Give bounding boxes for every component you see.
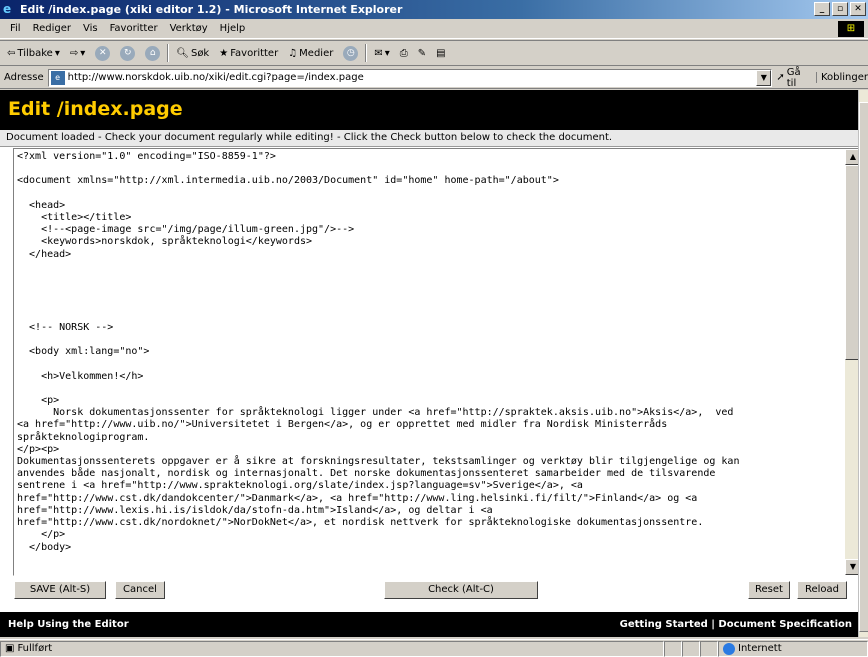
links-button[interactable]: Koblinger — [815, 72, 868, 83]
menu-edit[interactable]: Rediger — [27, 23, 77, 34]
go-arrow-icon: ➚ — [776, 72, 785, 83]
mail-icon: ✉ — [374, 47, 383, 59]
textarea-scrollbar[interactable]: ▲ ▼ — [845, 149, 858, 575]
stop-button[interactable]: ✕ — [92, 45, 113, 61]
editor-footer: Help Using the Editor Getting Started | … — [0, 612, 858, 637]
mail-button[interactable]: ✉ ▾ — [371, 48, 392, 59]
refresh-button[interactable]: ↻ — [117, 45, 138, 61]
chevron-down-icon: ▾ — [384, 47, 390, 59]
menu-tools[interactable]: Verktøy — [164, 23, 214, 34]
chevron-down-icon: ▾ — [54, 47, 60, 59]
status-cell — [664, 640, 682, 657]
security-zone: Internett — [718, 640, 868, 657]
page-done-icon: ▣ — [5, 643, 15, 654]
page-content: Edit /index.page Document loaded - Check… — [0, 90, 858, 637]
back-arrow-icon: ⇦ — [7, 47, 16, 59]
go-label: Gå til — [786, 66, 801, 89]
reset-button[interactable]: Reset — [748, 581, 790, 599]
zone-label: Internett — [738, 643, 782, 654]
page-scrollbar[interactable] — [858, 90, 868, 637]
media-button[interactable]: ♫ Medier — [285, 48, 336, 59]
forward-arrow-icon: ⇨ — [69, 47, 79, 59]
page-scroll-thumb[interactable] — [859, 102, 868, 632]
favorites-icon: ★ — [219, 47, 229, 59]
internet-explorer-icon: e — [3, 2, 12, 16]
globe-icon — [723, 642, 735, 655]
favorites-button[interactable]: ★ Favoritter — [216, 48, 281, 59]
toolbar-divider — [167, 44, 170, 62]
search-icon: 🔍︎ — [176, 47, 189, 59]
address-label: Adresse — [4, 72, 44, 83]
window-title: Edit /index.page (xiki editor 1.2) - Mic… — [20, 3, 403, 16]
menu-bar: Fil Rediger Vis Favoritter Verktøy Hjelp… — [0, 19, 868, 39]
history-icon: ◷ — [343, 45, 359, 61]
address-url: http://www.norskdok.uib.no/xiki/edit.cgi… — [67, 72, 364, 83]
getting-started-link[interactable]: Getting Started — [620, 619, 708, 630]
go-button[interactable]: ➚ Gå til — [776, 67, 812, 89]
menu-favorites[interactable]: Favoritter — [104, 23, 164, 34]
page-icon: e — [50, 70, 65, 85]
chevron-down-icon: ▾ — [80, 47, 86, 59]
document-specification-link[interactable]: Document Specification — [718, 619, 852, 630]
toolbar-divider — [365, 44, 368, 62]
close-button[interactable]: ✕ — [850, 2, 866, 16]
status-main: ▣ Fullført — [0, 640, 664, 657]
editor-header: Edit /index.page — [0, 90, 858, 130]
home-icon: ⌂ — [145, 45, 161, 61]
refresh-icon: ↻ — [120, 45, 136, 61]
footer-separator: | — [711, 619, 715, 630]
address-bar: Adresse e http://www.norskdok.uib.no/xik… — [0, 67, 868, 89]
minimize-button[interactable]: _ — [814, 2, 830, 16]
scroll-down-arrow-icon[interactable]: ▼ — [845, 559, 858, 575]
stop-icon: ✕ — [95, 45, 111, 61]
address-input[interactable]: e http://www.norskdok.uib.no/xiki/edit.c… — [47, 68, 773, 87]
edit-page-button[interactable]: ✎ — [415, 48, 429, 59]
edit-icon: ✎ — [417, 47, 427, 59]
menu-view[interactable]: Vis — [77, 23, 104, 34]
forward-button[interactable]: ⇨ ▾ — [67, 48, 88, 59]
help-editor-link[interactable]: Help Using the Editor — [8, 612, 129, 637]
menu-help[interactable]: Hjelp — [214, 23, 252, 34]
back-label: Tilbake — [17, 47, 53, 59]
media-label: Medier — [299, 47, 334, 59]
discuss-icon: ▤ — [436, 47, 446, 59]
print-icon: ⎙ — [399, 47, 408, 59]
editor-button-row: SAVE (Alt-S) Cancel Check (Alt-C) Reset … — [0, 581, 858, 603]
maximize-button[interactable]: ▫ — [832, 2, 848, 16]
cancel-button[interactable]: Cancel — [115, 581, 165, 599]
favorites-label: Favoritter — [230, 47, 279, 59]
search-label: Søk — [190, 47, 210, 59]
save-button[interactable]: SAVE (Alt-S) — [14, 581, 106, 599]
home-button[interactable]: ⌂ — [142, 45, 163, 61]
check-button[interactable]: Check (Alt-C) — [384, 581, 538, 599]
editor-status-message: Document loaded - Check your document re… — [0, 130, 858, 147]
textarea-scroll-thumb[interactable] — [845, 165, 858, 360]
toolbar: ⇦ Tilbake ▾ ⇨ ▾ ✕ ↻ ⌂ 🔍︎ Søk ★ Favoritte… — [0, 40, 868, 66]
menu-file[interactable]: Fil — [4, 23, 27, 34]
status-text: Fullført — [17, 643, 53, 654]
status-bar: ▣ Fullført Internett — [0, 639, 868, 657]
discuss-button[interactable]: ▤ — [433, 48, 448, 59]
print-button[interactable]: ⎙ — [397, 48, 411, 59]
windows-logo-icon: ⊞ — [838, 21, 864, 37]
scroll-up-arrow-icon[interactable]: ▲ — [845, 149, 858, 165]
reload-button[interactable]: Reload — [797, 581, 847, 599]
back-button[interactable]: ⇦ Tilbake ▾ — [4, 48, 63, 59]
footer-links: Getting Started | Document Specification — [620, 612, 852, 637]
window-controls: _ ▫ ✕ — [814, 2, 866, 16]
page-title: Edit /index.page — [8, 98, 183, 120]
document-source[interactable]: <?xml version="1.0" encoding="ISO-8859-1… — [17, 151, 845, 575]
document-textarea[interactable]: <?xml version="1.0" encoding="ISO-8859-1… — [13, 148, 858, 576]
window-title-bar[interactable]: e Edit /index.page (xiki editor 1.2) - M… — [0, 0, 868, 19]
status-cell — [700, 640, 718, 657]
status-cell — [682, 640, 700, 657]
search-button[interactable]: 🔍︎ Søk — [173, 48, 212, 59]
history-button[interactable]: ◷ — [340, 45, 361, 61]
media-icon: ♫ — [288, 47, 298, 59]
address-dropdown-button[interactable]: ▼ — [756, 69, 772, 86]
